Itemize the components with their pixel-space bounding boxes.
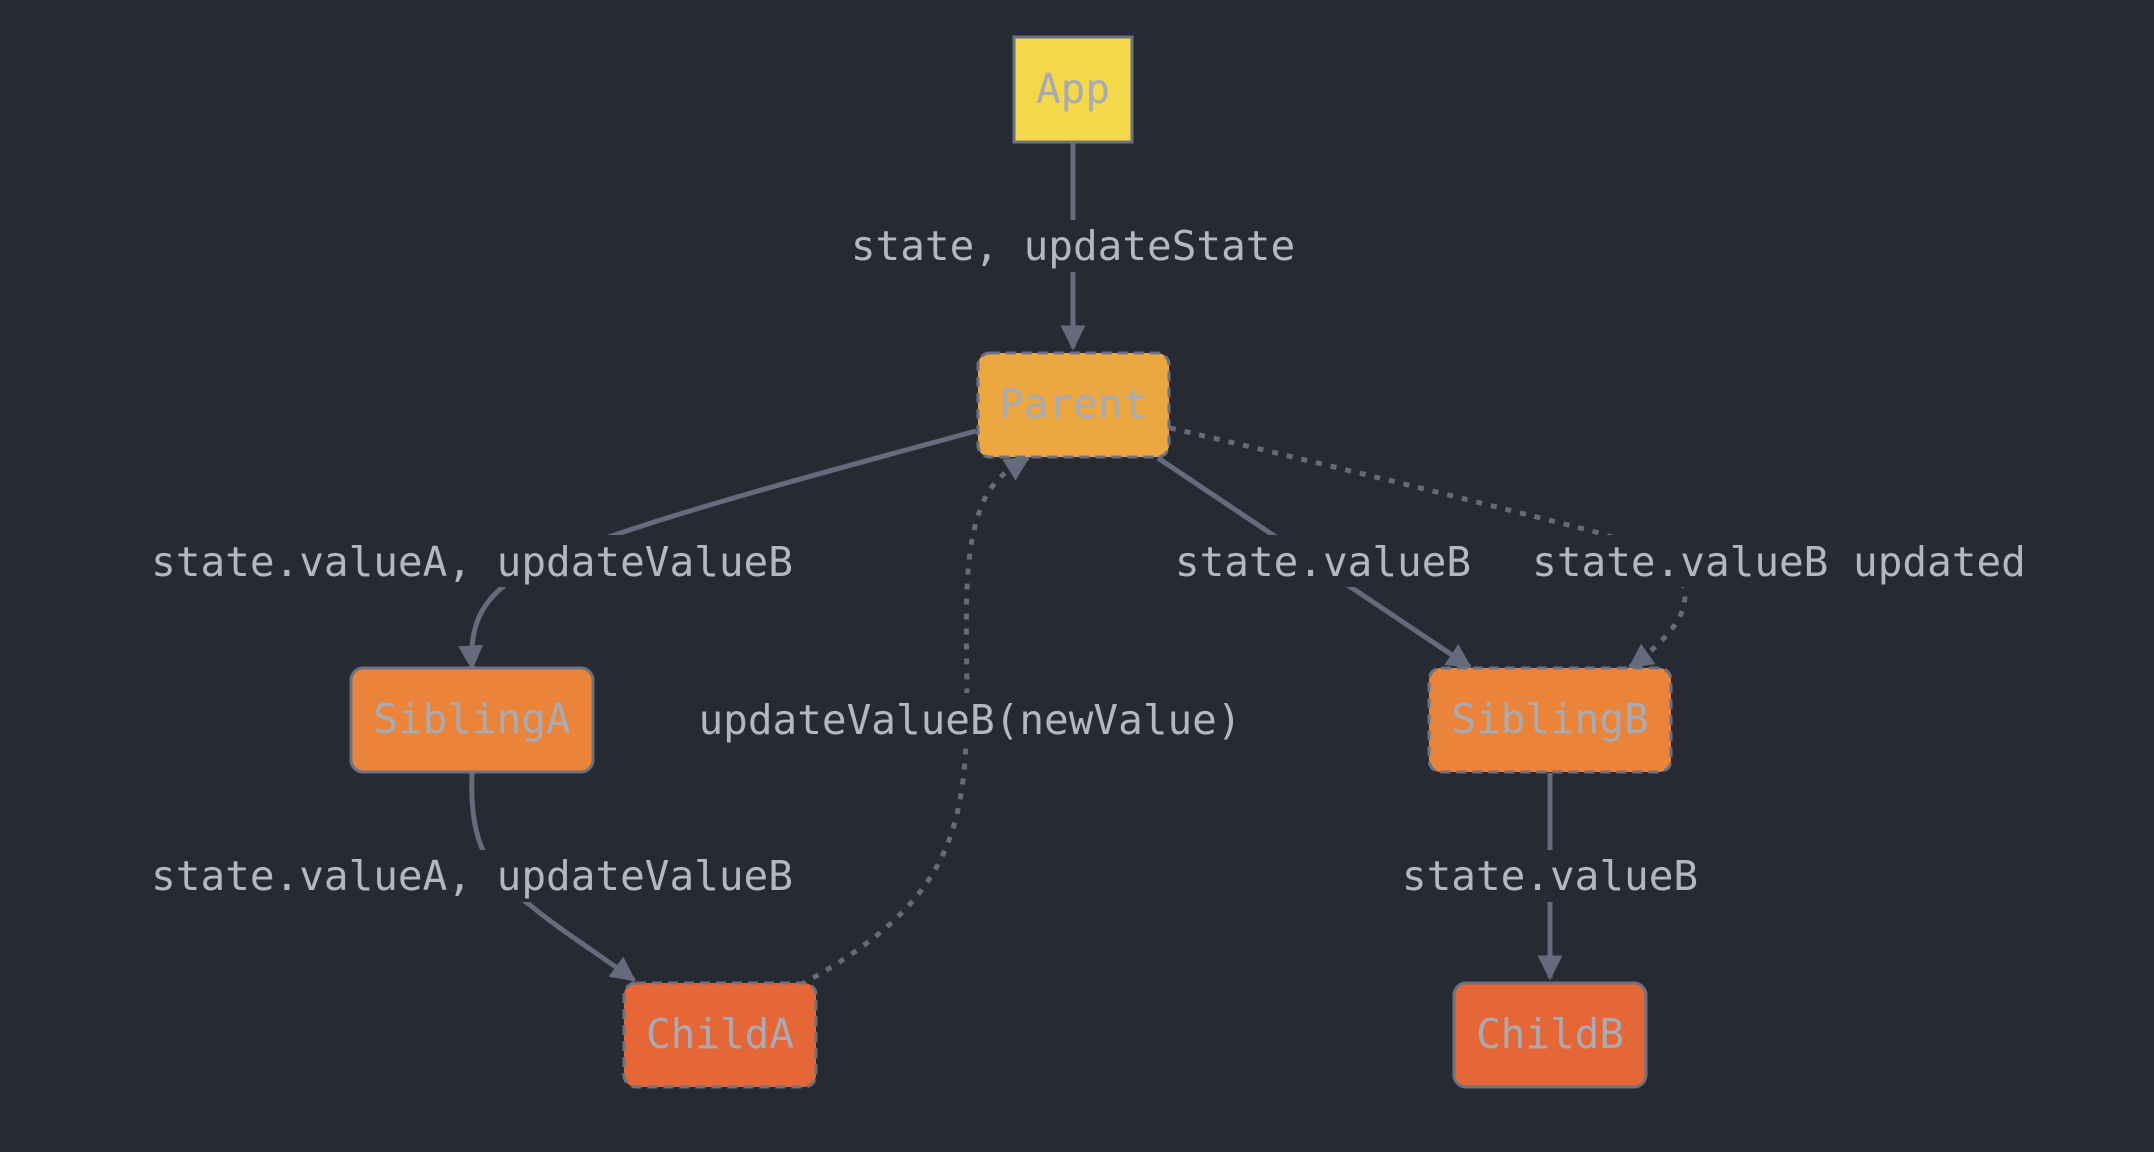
edge-label-child-a-to-parent: updateValueB(newValue)	[698, 696, 1241, 744]
data-flow-diagram: state, updateState state.valueA, updateV…	[148, 35, 2028, 1089]
node-child-b[interactable]: ChildB	[1452, 981, 1648, 1089]
edge-label-sibling-a-to-child-a: state.valueA, updateValueB	[151, 852, 793, 900]
node-label-sibling-a: SiblingA	[373, 695, 570, 743]
node-app[interactable]: App	[1012, 35, 1134, 144]
node-label-sibling-b: SiblingB	[1451, 695, 1648, 743]
node-sibling-a[interactable]: SiblingA	[349, 666, 595, 774]
node-sibling-b[interactable]: SiblingB	[1427, 666, 1673, 774]
edge-label-parent-to-sibling-b-updated: state.valueB updated	[1532, 538, 2026, 586]
edge-label-sibling-b-to-child-b: state.valueB	[1402, 852, 1698, 900]
node-child-a[interactable]: ChildA	[622, 981, 818, 1089]
edge-labels: state, updateState state.valueA, updateV…	[148, 220, 2028, 902]
edge-label-parent-to-sibling-b: state.valueB	[1175, 538, 1471, 586]
node-parent[interactable]: Parent	[976, 351, 1171, 459]
node-label-child-b: ChildB	[1476, 1010, 1624, 1058]
edge-label-parent-to-sibling-a: state.valueA, updateValueB	[151, 538, 793, 586]
node-label-app: App	[1036, 65, 1110, 113]
node-label-parent: Parent	[999, 380, 1147, 428]
edge-label-app-to-parent: state, updateState	[851, 222, 1295, 270]
node-label-child-a: ChildA	[646, 1010, 794, 1058]
